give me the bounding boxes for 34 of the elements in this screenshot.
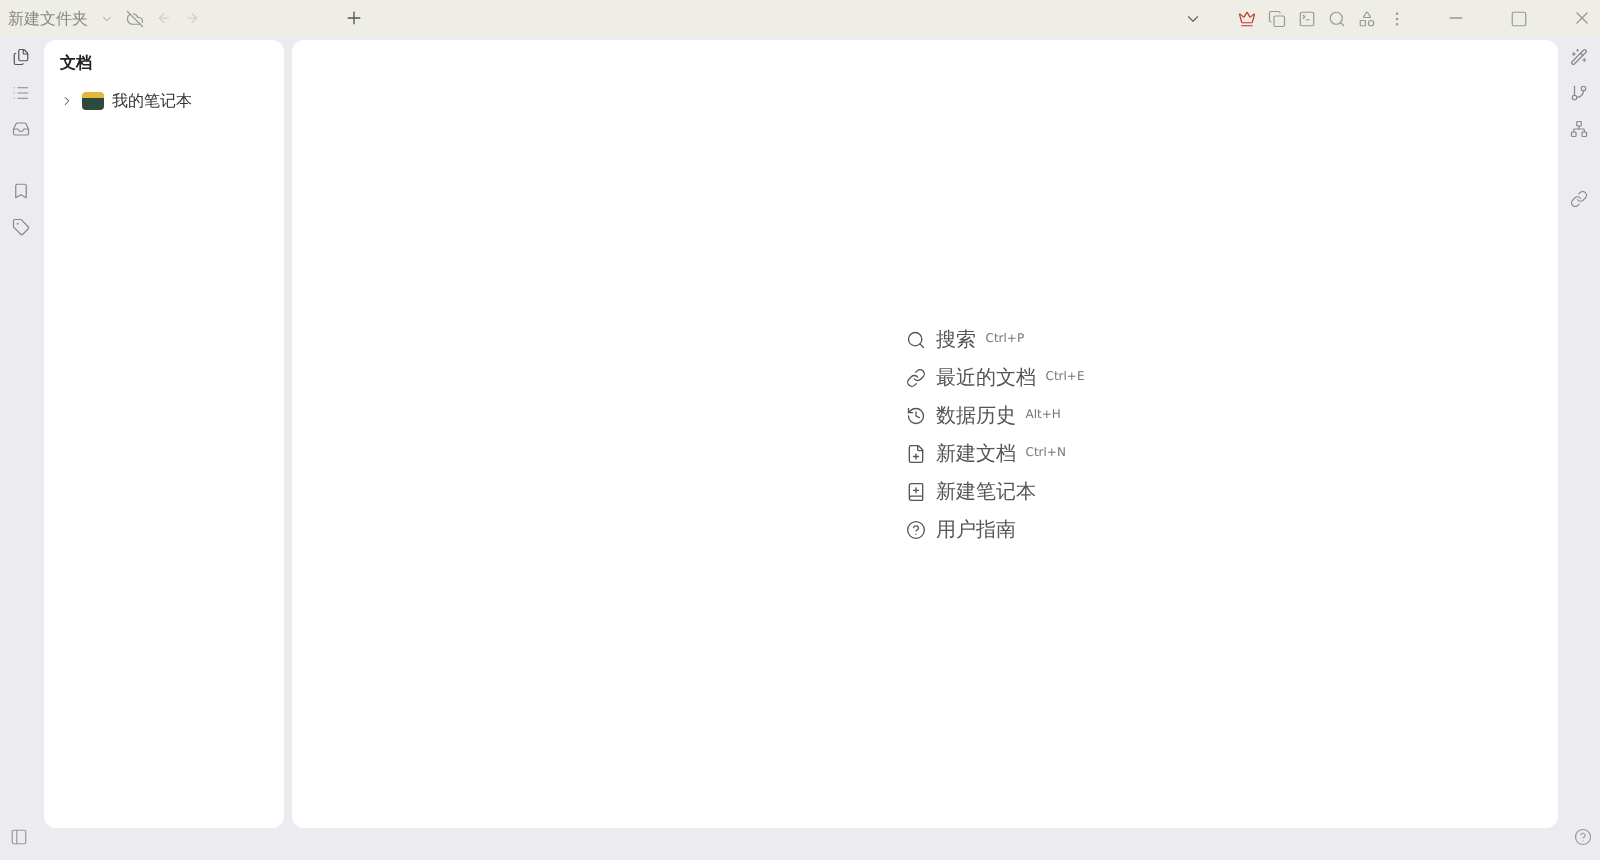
file-plus-icon[interactable]: [905, 443, 926, 463]
shapes-icon[interactable]: [1358, 9, 1376, 27]
wand-icon[interactable]: [1570, 48, 1588, 66]
book-plus-icon[interactable]: [905, 481, 926, 501]
help-icon[interactable]: [905, 519, 926, 539]
add-tab-icon[interactable]: [344, 8, 364, 28]
outline-icon[interactable]: [12, 84, 30, 102]
copy-icon[interactable]: [1268, 9, 1286, 27]
cloud-off-icon[interactable]: [126, 9, 144, 27]
search-icon[interactable]: [905, 329, 926, 349]
graph-icon[interactable]: [1570, 120, 1588, 138]
maximize-icon[interactable]: [1510, 9, 1528, 27]
action-link[interactable]: 数据历史: [935, 401, 1016, 429]
bookmark-icon[interactable]: [12, 182, 30, 200]
action-link[interactable]: 新建笔记本: [935, 477, 1036, 505]
files-icon[interactable]: [12, 48, 30, 66]
panel-icon[interactable]: [10, 828, 28, 846]
caret-icon[interactable]: [60, 94, 74, 108]
crown-icon[interactable]: [1238, 9, 1256, 27]
tag-icon[interactable]: [12, 218, 30, 236]
terminal-icon[interactable]: [1298, 9, 1316, 27]
chevron-down-icon[interactable]: [100, 11, 114, 25]
notebook-icon: [82, 92, 104, 110]
close-icon[interactable]: [1572, 8, 1592, 28]
branch-icon[interactable]: [1570, 84, 1588, 102]
history-icon[interactable]: [905, 405, 926, 425]
action-link[interactable]: 新建文档: [935, 439, 1016, 467]
notebook-item[interactable]: 我的笔记本: [112, 90, 192, 112]
inbox-icon[interactable]: [12, 120, 30, 138]
action-link[interactable]: 搜索: [935, 325, 976, 353]
panel-title: 文档: [60, 52, 94, 74]
action-link[interactable]: 用户指南: [935, 515, 1016, 543]
action-link[interactable]: 最近的文档: [935, 363, 1036, 391]
link-icon[interactable]: [905, 367, 926, 387]
